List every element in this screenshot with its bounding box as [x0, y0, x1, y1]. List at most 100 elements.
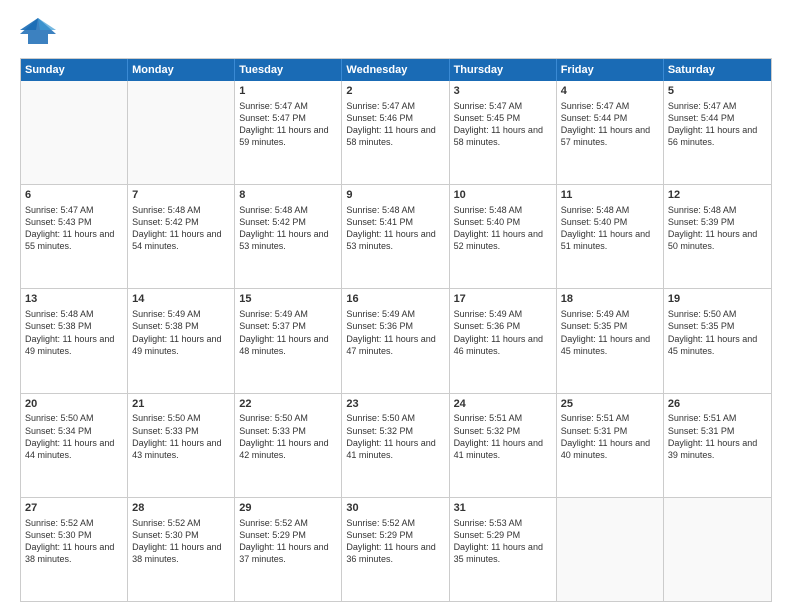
- calendar-day-21: 21Sunrise: 5:50 AM Sunset: 5:33 PM Dayli…: [128, 394, 235, 497]
- logo-icon: [20, 16, 56, 48]
- calendar-day-23: 23Sunrise: 5:50 AM Sunset: 5:32 PM Dayli…: [342, 394, 449, 497]
- day-number: 7: [132, 188, 230, 203]
- day-info: Sunrise: 5:49 AM Sunset: 5:38 PM Dayligh…: [132, 308, 230, 357]
- logo: [20, 16, 60, 48]
- calendar-day-22: 22Sunrise: 5:50 AM Sunset: 5:33 PM Dayli…: [235, 394, 342, 497]
- calendar-day-9: 9Sunrise: 5:48 AM Sunset: 5:41 PM Daylig…: [342, 185, 449, 288]
- day-number: 10: [454, 188, 552, 203]
- calendar-header: SundayMondayTuesdayWednesdayThursdayFrid…: [21, 59, 771, 81]
- day-number: 8: [239, 188, 337, 203]
- day-info: Sunrise: 5:52 AM Sunset: 5:30 PM Dayligh…: [25, 517, 123, 566]
- day-number: 2: [346, 84, 444, 99]
- calendar-day-7: 7Sunrise: 5:48 AM Sunset: 5:42 PM Daylig…: [128, 185, 235, 288]
- day-info: Sunrise: 5:49 AM Sunset: 5:37 PM Dayligh…: [239, 308, 337, 357]
- calendar-day-14: 14Sunrise: 5:49 AM Sunset: 5:38 PM Dayli…: [128, 289, 235, 392]
- weekday-header-wednesday: Wednesday: [342, 59, 449, 81]
- day-number: 17: [454, 292, 552, 307]
- day-info: Sunrise: 5:48 AM Sunset: 5:40 PM Dayligh…: [561, 204, 659, 253]
- calendar-day-19: 19Sunrise: 5:50 AM Sunset: 5:35 PM Dayli…: [664, 289, 771, 392]
- calendar-day-6: 6Sunrise: 5:47 AM Sunset: 5:43 PM Daylig…: [21, 185, 128, 288]
- calendar-day-11: 11Sunrise: 5:48 AM Sunset: 5:40 PM Dayli…: [557, 185, 664, 288]
- day-number: 26: [668, 397, 767, 412]
- day-info: Sunrise: 5:52 AM Sunset: 5:30 PM Dayligh…: [132, 517, 230, 566]
- weekday-header-sunday: Sunday: [21, 59, 128, 81]
- calendar-body: 1Sunrise: 5:47 AM Sunset: 5:47 PM Daylig…: [21, 81, 771, 601]
- calendar-day-12: 12Sunrise: 5:48 AM Sunset: 5:39 PM Dayli…: [664, 185, 771, 288]
- day-number: 22: [239, 397, 337, 412]
- calendar-day-25: 25Sunrise: 5:51 AM Sunset: 5:31 PM Dayli…: [557, 394, 664, 497]
- day-info: Sunrise: 5:47 AM Sunset: 5:45 PM Dayligh…: [454, 100, 552, 149]
- day-number: 1: [239, 84, 337, 99]
- day-number: 6: [25, 188, 123, 203]
- calendar-day-28: 28Sunrise: 5:52 AM Sunset: 5:30 PM Dayli…: [128, 498, 235, 601]
- calendar-day-27: 27Sunrise: 5:52 AM Sunset: 5:30 PM Dayli…: [21, 498, 128, 601]
- calendar-day-10: 10Sunrise: 5:48 AM Sunset: 5:40 PM Dayli…: [450, 185, 557, 288]
- day-info: Sunrise: 5:47 AM Sunset: 5:43 PM Dayligh…: [25, 204, 123, 253]
- day-info: Sunrise: 5:47 AM Sunset: 5:46 PM Dayligh…: [346, 100, 444, 149]
- calendar-day-26: 26Sunrise: 5:51 AM Sunset: 5:31 PM Dayli…: [664, 394, 771, 497]
- day-number: 29: [239, 501, 337, 516]
- day-info: Sunrise: 5:50 AM Sunset: 5:34 PM Dayligh…: [25, 412, 123, 461]
- day-number: 19: [668, 292, 767, 307]
- day-info: Sunrise: 5:49 AM Sunset: 5:36 PM Dayligh…: [346, 308, 444, 357]
- day-info: Sunrise: 5:47 AM Sunset: 5:44 PM Dayligh…: [561, 100, 659, 149]
- day-info: Sunrise: 5:53 AM Sunset: 5:29 PM Dayligh…: [454, 517, 552, 566]
- day-number: 4: [561, 84, 659, 99]
- calendar-day-17: 17Sunrise: 5:49 AM Sunset: 5:36 PM Dayli…: [450, 289, 557, 392]
- day-number: 24: [454, 397, 552, 412]
- calendar-day-29: 29Sunrise: 5:52 AM Sunset: 5:29 PM Dayli…: [235, 498, 342, 601]
- calendar-week-4: 27Sunrise: 5:52 AM Sunset: 5:30 PM Dayli…: [21, 497, 771, 601]
- weekday-header-friday: Friday: [557, 59, 664, 81]
- day-info: Sunrise: 5:50 AM Sunset: 5:33 PM Dayligh…: [132, 412, 230, 461]
- calendar-day-empty: [557, 498, 664, 601]
- weekday-header-thursday: Thursday: [450, 59, 557, 81]
- day-number: 11: [561, 188, 659, 203]
- calendar-day-empty: [128, 81, 235, 184]
- calendar-day-15: 15Sunrise: 5:49 AM Sunset: 5:37 PM Dayli…: [235, 289, 342, 392]
- day-info: Sunrise: 5:51 AM Sunset: 5:31 PM Dayligh…: [561, 412, 659, 461]
- day-number: 20: [25, 397, 123, 412]
- day-info: Sunrise: 5:48 AM Sunset: 5:41 PM Dayligh…: [346, 204, 444, 253]
- day-number: 21: [132, 397, 230, 412]
- day-info: Sunrise: 5:48 AM Sunset: 5:39 PM Dayligh…: [668, 204, 767, 253]
- calendar: SundayMondayTuesdayWednesdayThursdayFrid…: [20, 58, 772, 602]
- calendar-week-0: 1Sunrise: 5:47 AM Sunset: 5:47 PM Daylig…: [21, 81, 771, 184]
- day-info: Sunrise: 5:48 AM Sunset: 5:42 PM Dayligh…: [132, 204, 230, 253]
- calendar-day-16: 16Sunrise: 5:49 AM Sunset: 5:36 PM Dayli…: [342, 289, 449, 392]
- calendar-day-20: 20Sunrise: 5:50 AM Sunset: 5:34 PM Dayli…: [21, 394, 128, 497]
- calendar-day-empty: [21, 81, 128, 184]
- day-info: Sunrise: 5:51 AM Sunset: 5:31 PM Dayligh…: [668, 412, 767, 461]
- day-info: Sunrise: 5:52 AM Sunset: 5:29 PM Dayligh…: [346, 517, 444, 566]
- calendar-week-2: 13Sunrise: 5:48 AM Sunset: 5:38 PM Dayli…: [21, 288, 771, 392]
- day-number: 30: [346, 501, 444, 516]
- page: SundayMondayTuesdayWednesdayThursdayFrid…: [0, 0, 792, 612]
- day-number: 31: [454, 501, 552, 516]
- day-info: Sunrise: 5:49 AM Sunset: 5:36 PM Dayligh…: [454, 308, 552, 357]
- calendar-day-3: 3Sunrise: 5:47 AM Sunset: 5:45 PM Daylig…: [450, 81, 557, 184]
- calendar-day-31: 31Sunrise: 5:53 AM Sunset: 5:29 PM Dayli…: [450, 498, 557, 601]
- day-number: 13: [25, 292, 123, 307]
- calendar-day-empty: [664, 498, 771, 601]
- calendar-day-1: 1Sunrise: 5:47 AM Sunset: 5:47 PM Daylig…: [235, 81, 342, 184]
- day-number: 16: [346, 292, 444, 307]
- day-number: 25: [561, 397, 659, 412]
- header: [20, 16, 772, 48]
- day-info: Sunrise: 5:48 AM Sunset: 5:40 PM Dayligh…: [454, 204, 552, 253]
- day-info: Sunrise: 5:48 AM Sunset: 5:42 PM Dayligh…: [239, 204, 337, 253]
- calendar-day-13: 13Sunrise: 5:48 AM Sunset: 5:38 PM Dayli…: [21, 289, 128, 392]
- day-info: Sunrise: 5:48 AM Sunset: 5:38 PM Dayligh…: [25, 308, 123, 357]
- day-info: Sunrise: 5:50 AM Sunset: 5:33 PM Dayligh…: [239, 412, 337, 461]
- calendar-day-18: 18Sunrise: 5:49 AM Sunset: 5:35 PM Dayli…: [557, 289, 664, 392]
- weekday-header-tuesday: Tuesday: [235, 59, 342, 81]
- day-number: 9: [346, 188, 444, 203]
- day-info: Sunrise: 5:47 AM Sunset: 5:44 PM Dayligh…: [668, 100, 767, 149]
- day-number: 15: [239, 292, 337, 307]
- weekday-header-saturday: Saturday: [664, 59, 771, 81]
- day-info: Sunrise: 5:47 AM Sunset: 5:47 PM Dayligh…: [239, 100, 337, 149]
- day-number: 18: [561, 292, 659, 307]
- day-number: 28: [132, 501, 230, 516]
- calendar-day-30: 30Sunrise: 5:52 AM Sunset: 5:29 PM Dayli…: [342, 498, 449, 601]
- day-info: Sunrise: 5:51 AM Sunset: 5:32 PM Dayligh…: [454, 412, 552, 461]
- calendar-day-4: 4Sunrise: 5:47 AM Sunset: 5:44 PM Daylig…: [557, 81, 664, 184]
- calendar-week-3: 20Sunrise: 5:50 AM Sunset: 5:34 PM Dayli…: [21, 393, 771, 497]
